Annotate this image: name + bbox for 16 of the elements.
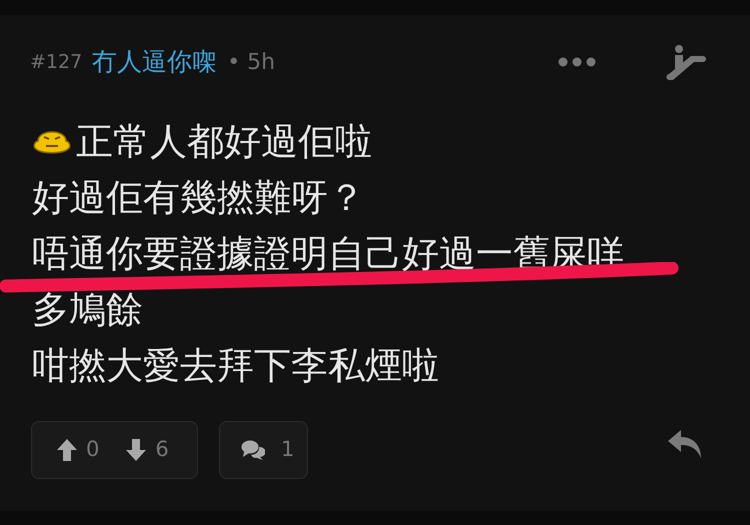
speech-bubbles-icon [241, 439, 265, 461]
more-icon[interactable] [558, 57, 596, 67]
post-number: #127 [30, 50, 82, 75]
comments-button[interactable]: 1 [219, 421, 308, 479]
escalator-icon[interactable] [666, 44, 706, 80]
comment-line: 正常人都好過佢啦 [76, 122, 372, 160]
upvote-button[interactable]: 0 [56, 434, 100, 466]
post-time: • 5h [227, 48, 276, 76]
up-arrow-icon [56, 438, 78, 462]
author-name[interactable]: 冇人逼你㗎 [92, 43, 218, 81]
reply-icon[interactable] [667, 429, 703, 459]
comment-line: 咁撚大愛去拜下李私煙啦 [32, 346, 439, 384]
down-arrow-icon [125, 438, 148, 462]
comment-line: 多鳩餘 [32, 290, 143, 328]
downvote-button[interactable]: 6 [125, 434, 169, 466]
comment-line: 好過佢有幾撚難呀？ [32, 178, 365, 216]
